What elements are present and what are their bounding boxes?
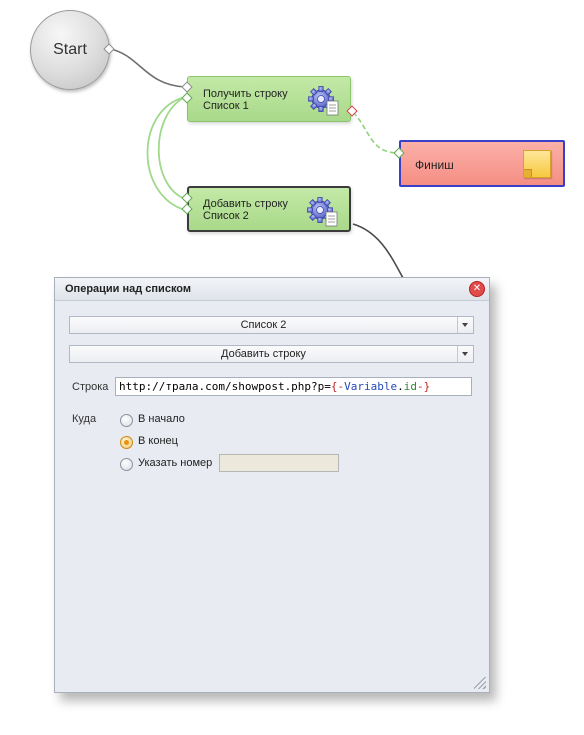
- radio-label: В начало: [138, 413, 185, 425]
- connector-start-get: [109, 48, 186, 88]
- finish-node[interactable]: Финиш: [399, 140, 565, 187]
- connector-get-finish: [352, 111, 398, 154]
- string-brace-open: {-: [330, 380, 345, 393]
- start-node[interactable]: Start: [30, 10, 110, 90]
- chevron-down-icon[interactable]: [457, 317, 473, 333]
- list-select[interactable]: Список 2: [69, 316, 474, 334]
- node-get-title: Получить строку: [203, 88, 288, 100]
- action-node-add-string[interactable]: Добавить строку Список 2: [187, 186, 351, 232]
- node-get-subtitle: Список 1: [203, 100, 249, 112]
- action-node-get-string[interactable]: Получить строку Список 1: [187, 76, 351, 122]
- string-brace-close: -}: [417, 380, 431, 393]
- operation-select[interactable]: Добавить строку: [69, 345, 474, 363]
- string-variable: Variable: [344, 380, 398, 393]
- node-add-subtitle: Список 2: [203, 210, 249, 222]
- node-get-label: Получить строку Список 1: [203, 88, 288, 112]
- gear-document-icon: [308, 86, 339, 116]
- chevron-down-icon[interactable]: [457, 346, 473, 362]
- dialog-titlebar[interactable]: Операции над списком ✕: [55, 278, 489, 301]
- connector-loop-inner: [158, 96, 186, 200]
- sticky-note-icon: [523, 150, 551, 178]
- node-add-title: Добавить строку: [203, 198, 288, 210]
- list-operations-dialog: Операции над списком ✕ Список 2 Добавить…: [54, 277, 490, 693]
- string-input[interactable]: http://трала.com/showpost.php?p={-Variab…: [115, 377, 472, 396]
- radio-button[interactable]: [120, 414, 133, 427]
- radio-button-checked[interactable]: [120, 436, 133, 449]
- gear-document-icon: [307, 197, 338, 227]
- string-property: id: [403, 380, 418, 393]
- start-label: Start: [53, 41, 87, 58]
- connector-add-out: [352, 223, 404, 279]
- close-icon[interactable]: ✕: [469, 281, 485, 297]
- resize-grip-icon[interactable]: [474, 677, 486, 689]
- list-select-value: Список 2: [240, 319, 287, 331]
- number-input[interactable]: [219, 454, 339, 472]
- radio-label: В конец: [138, 435, 178, 447]
- finish-label: Финиш: [415, 158, 454, 172]
- string-dot: .: [397, 380, 404, 393]
- dialog-title: Операции над списком: [65, 283, 192, 295]
- where-label: Куда: [72, 413, 97, 425]
- radio-label: Указать номер: [138, 457, 213, 469]
- operation-select-value: Добавить строку: [221, 348, 306, 360]
- connector-loop-outer: [146, 96, 186, 211]
- string-label: Строка: [72, 381, 109, 393]
- node-add-label: Добавить строку Список 2: [203, 198, 288, 222]
- radio-button[interactable]: [120, 458, 133, 471]
- string-url-text: http://трала.com/showpost.php?p=: [119, 380, 331, 393]
